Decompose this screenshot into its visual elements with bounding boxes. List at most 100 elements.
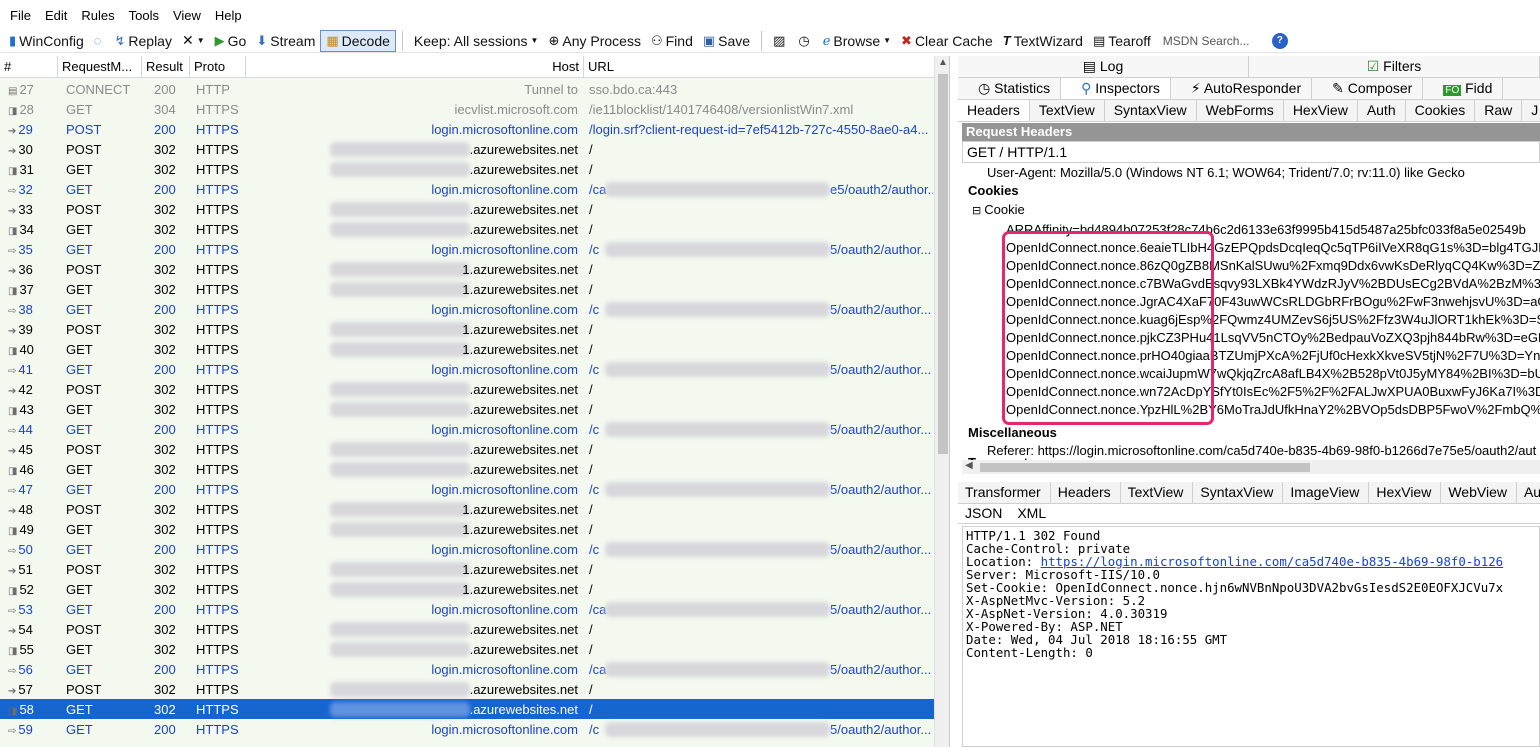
help-icon[interactable]: ? — [1271, 32, 1288, 49]
session-row[interactable]: ◨ 37 GET 302 HTTPS 1.azurewebsites.net / — [0, 279, 934, 299]
column-proto[interactable]: Proto — [190, 56, 246, 78]
req-tab-auth[interactable]: Auth — [1358, 100, 1406, 121]
column-result[interactable]: Result — [142, 56, 190, 78]
session-row[interactable]: ➔ 29 POST 200 HTTPS login.microsoftonline.com… — [0, 119, 934, 139]
menu-tools[interactable]: Tools — [129, 8, 159, 28]
tab-autoresponder[interactable]: ⚡ AutoResponder — [1171, 78, 1313, 99]
stream-button[interactable]: ⬇ Stream — [251, 30, 320, 52]
textwizard-button[interactable]: T TextWizard — [998, 30, 1088, 52]
column-host[interactable]: Host — [246, 56, 584, 78]
session-row[interactable]: ◨ 58 GET 302 HTTPS .azurewebsites.net / — [0, 699, 934, 719]
clear-cache-button[interactable]: ✖ Clear Cache — [896, 30, 998, 52]
session-row[interactable]: ⇨ 50 GET 200 HTTPS login.microsoftonline.com /… — [0, 539, 934, 559]
resp-tab-hexview[interactable]: HexView — [1369, 482, 1442, 503]
tab-inspectors[interactable]: ⚲ Inspectors — [1061, 78, 1171, 99]
req-tab-headers[interactable]: Headers — [958, 100, 1030, 121]
req-tab-webforms[interactable]: WebForms — [1197, 100, 1284, 121]
save-button[interactable]: ▣ Save — [698, 30, 755, 52]
resp-tab-headers[interactable]: Headers — [1051, 482, 1121, 503]
request-hscroll[interactable]: ◀ — [962, 460, 1540, 474]
tab-fiddler[interactable]: FO Fidd — [1423, 78, 1504, 99]
session-row[interactable]: ⇨ 56 GET 200 HTTPS login.microsoftonline.com /… — [0, 659, 934, 679]
session-row[interactable]: ⇨ 53 GET 200 HTTPS login.microsoftonline.com /… — [0, 599, 934, 619]
response-raw-text[interactable]: HTTP/1.1 302 Found Cache-Control: private… — [962, 526, 1540, 747]
session-result: 200 — [154, 662, 176, 677]
sessions-scrollbar[interactable]: ▲ — [934, 56, 949, 747]
session-row[interactable]: ⇨ 35 GET 200 HTTPS login.microsoftonline.com /… — [0, 239, 934, 259]
req-tab-cookies[interactable]: Cookies — [1406, 100, 1476, 121]
session-row[interactable]: ◨ 43 GET 302 HTTPS .azurewebsites.net / — [0, 399, 934, 419]
column-url[interactable]: URL — [584, 56, 934, 78]
session-row[interactable]: ➔ 42 POST 302 HTTPS .azurewebsites.net / — [0, 379, 934, 399]
resp-tab-auth[interactable]: Au — [1517, 482, 1540, 503]
resp-tab-xml[interactable]: XML — [1010, 504, 1054, 523]
column-num[interactable]: # — [0, 56, 58, 78]
column-method[interactable]: RequestM... — [58, 56, 142, 78]
screenshot-button[interactable]: ▨ — [768, 30, 793, 52]
session-row[interactable]: ◨ 46 GET 302 HTTPS .azurewebsites.net / — [0, 459, 934, 479]
session-row[interactable]: ⇨ 38 GET 200 HTTPS login.microsoftonline.com /… — [0, 299, 934, 319]
timer-button[interactable]: ◷ — [793, 30, 817, 52]
browse-button[interactable]: ℯ Browse ▼ — [818, 30, 896, 52]
any-process-button[interactable]: ⊕ Any Process — [543, 30, 646, 52]
cookie-node[interactable]: ⊟ Cookie — [972, 202, 1025, 217]
session-row[interactable]: ⇨ 47 GET 200 HTTPS login.microsoftonline.com /… — [0, 479, 934, 499]
session-row[interactable]: ◨ 52 GET 302 HTTPS 1.azurewebsites.net / — [0, 579, 934, 599]
scrollbar-thumb[interactable] — [938, 74, 948, 454]
tab-statistics[interactable]: ◷ Statistics — [958, 78, 1062, 99]
req-tab-raw[interactable]: Raw — [1475, 100, 1523, 121]
menu-rules[interactable]: Rules — [81, 8, 114, 28]
menu-help[interactable]: Help — [215, 8, 242, 28]
resp-tab-webview[interactable]: WebView — [1441, 482, 1517, 503]
session-row[interactable]: ➔ 51 POST 302 HTTPS 1.azurewebsites.net / — [0, 559, 934, 579]
tab-filters[interactable]: ☑ Filters — [1249, 56, 1540, 77]
comment-button[interactable]: ◌ — [89, 30, 110, 52]
keep-sessions-dropdown[interactable]: Keep: All sessions ▼ — [409, 30, 544, 52]
menu-view[interactable]: View — [173, 8, 201, 28]
session-row[interactable]: ⇨ 41 GET 200 HTTPS login.microsoftonline.com /… — [0, 359, 934, 379]
session-row[interactable]: ➔ 36 POST 302 HTTPS 1.azurewebsites.net / — [0, 259, 934, 279]
remove-button[interactable]: ✕ ▼ — [177, 30, 210, 52]
session-row[interactable]: ▤ 27 CONNECT 200 HTTP Tunnel to sso.bdo.ca:443 — [0, 79, 934, 99]
resp-tab-syntaxview[interactable]: SyntaxView — [1193, 482, 1284, 503]
session-row[interactable]: ➔ 48 POST 302 HTTPS 1.azurewebsites.net / — [0, 499, 934, 519]
tab-composer[interactable]: ✎ Composer — [1312, 78, 1424, 99]
find-button[interactable]: ⚇ Find — [646, 30, 698, 52]
resp-tab-json[interactable]: JSON — [958, 504, 1010, 523]
replay-button[interactable]: ↯ Replay — [109, 30, 177, 52]
session-row[interactable]: ◨ 55 GET 302 HTTPS .azurewebsites.net / — [0, 639, 934, 659]
req-tab-syntaxview[interactable]: SyntaxView — [1105, 100, 1197, 121]
go-button[interactable]: ▶ Go — [210, 30, 252, 52]
session-row[interactable]: ◨ 31 GET 302 HTTPS .azurewebsites.net / — [0, 159, 934, 179]
session-row[interactable]: ⇨ 59 GET 200 HTTPS login.microsoftonline.com /… — [0, 719, 934, 739]
tearoff-button[interactable]: ▤ Tearoff — [1088, 30, 1156, 52]
req-tab-textview[interactable]: TextView — [1030, 100, 1105, 121]
session-row[interactable]: ⇨ 32 GET 200 HTTPS login.microsoftonline.com /… — [0, 179, 934, 199]
resp-tab-imageview[interactable]: ImageView — [1283, 482, 1370, 503]
scroll-up-icon[interactable]: ▲ — [938, 57, 948, 68]
session-row[interactable]: ➔ 33 POST 302 HTTPS .azurewebsites.net / — [0, 199, 934, 219]
req-tab-hexview[interactable]: HexView — [1284, 100, 1358, 121]
session-row[interactable]: ◨ 40 GET 302 HTTPS 1.azurewebsites.net / — [0, 339, 934, 359]
menu-edit[interactable]: Edit — [45, 8, 67, 28]
session-row[interactable]: ◨ 34 GET 302 HTTPS .azurewebsites.net / — [0, 219, 934, 239]
hscroll-thumb[interactable] — [980, 463, 1310, 472]
session-row[interactable]: ➔ 30 POST 302 HTTPS .azurewebsites.net / — [0, 139, 934, 159]
winconfig-button[interactable]: ▮ WinConfig — [4, 30, 89, 52]
session-row[interactable]: ➔ 57 POST 302 HTTPS .azurewebsites.net / — [0, 679, 934, 699]
session-row[interactable]: ⇨ 44 GET 200 HTTPS login.microsoftonline.com /… — [0, 419, 934, 439]
scroll-left-icon[interactable]: ◀ — [965, 460, 973, 471]
req-tab-json[interactable]: J — [1522, 100, 1540, 121]
session-row[interactable]: ◨ 49 GET 302 HTTPS 1.azurewebsites.net / — [0, 519, 934, 539]
resp-tab-transformer[interactable]: Transformer — [958, 482, 1051, 503]
session-row[interactable]: ➔ 39 POST 302 HTTPS 1.azurewebsites.net / — [0, 319, 934, 339]
menu-file[interactable]: File — [10, 8, 31, 28]
msdn-search-input[interactable]: MSDN Search... — [1160, 31, 1268, 51]
session-row[interactable]: ➔ 54 POST 302 HTTPS .azurewebsites.net / — [0, 619, 934, 639]
decode-button[interactable]: ▦ Decode — [320, 29, 396, 52]
tab-log[interactable]: ▤ Log — [958, 56, 1249, 77]
session-row[interactable]: ◨ 28 GET 304 HTTPS iecvlist.microsoft.com/ie1… — [0, 99, 934, 119]
session-row[interactable]: ➔ 45 POST 302 HTTPS .azurewebsites.net / — [0, 439, 934, 459]
collapse-icon[interactable]: ⊟ — [972, 205, 984, 217]
resp-tab-textview[interactable]: TextView — [1121, 482, 1194, 503]
